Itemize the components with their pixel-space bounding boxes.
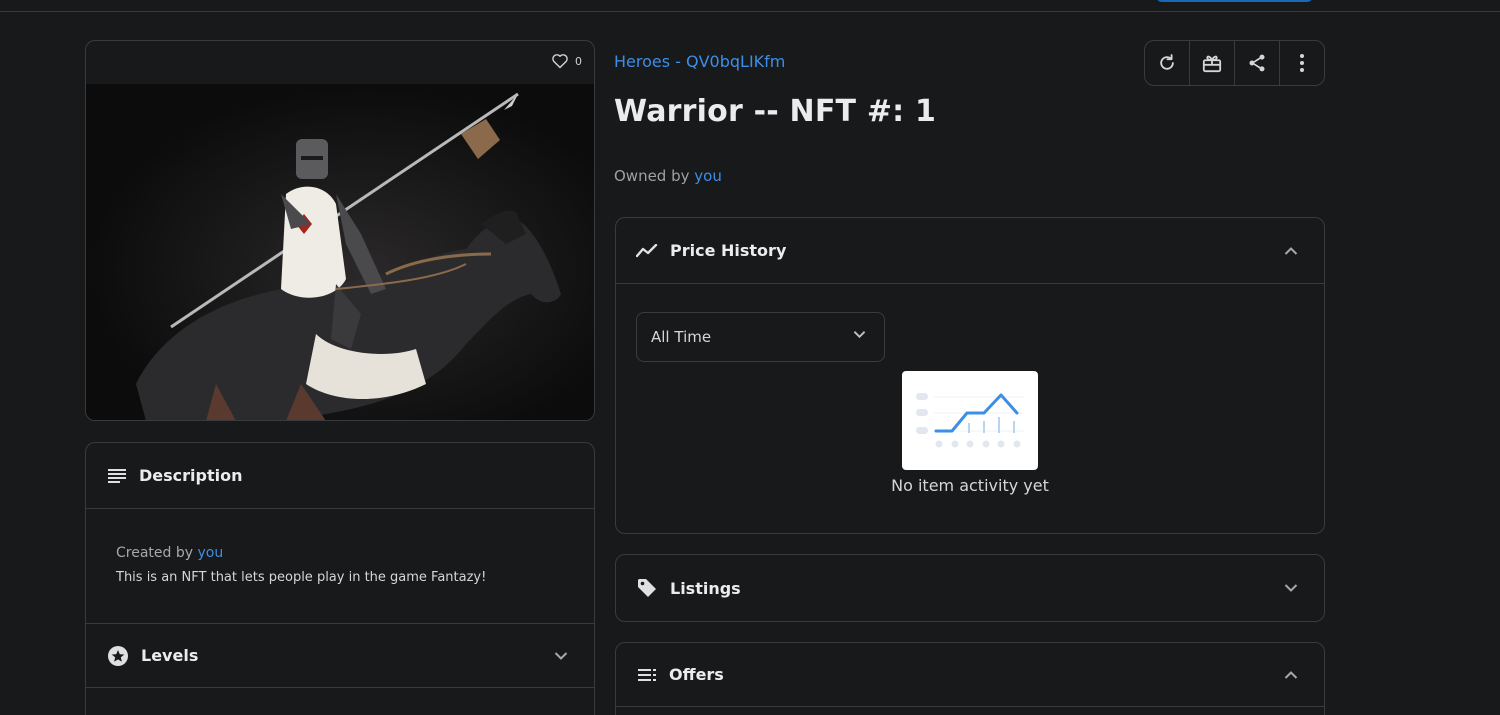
listings-header[interactable]: Listings	[616, 555, 1324, 621]
time-range-value: All Time	[651, 328, 712, 346]
owned-by-label: Owned by	[614, 167, 690, 185]
more-options-button[interactable]	[1280, 41, 1324, 85]
offers-card: Offers	[615, 642, 1325, 715]
description-header[interactable]: Description	[86, 443, 594, 509]
more-vertical-icon	[1300, 54, 1304, 72]
listings-title: Listings	[670, 578, 741, 598]
chevron-down-icon	[554, 651, 568, 660]
heart-icon	[552, 54, 568, 69]
chevron-down-icon	[853, 331, 866, 339]
list-icon	[638, 668, 656, 681]
chevron-down-icon	[1284, 584, 1298, 592]
listings-card: Listings	[615, 554, 1325, 622]
description-text: This is an NFT that lets people play in …	[116, 570, 487, 585]
trend-line-icon	[636, 243, 658, 257]
page-title: Warrior -- NFT #: 1	[614, 94, 937, 129]
empty-chart-illustration	[902, 371, 1038, 470]
owned-by-line: Owned by you	[614, 167, 722, 185]
refresh-icon	[1160, 54, 1174, 70]
price-history-title: Price History	[670, 241, 787, 260]
price-history-body: All Time No item activity yet	[616, 284, 1324, 533]
offers-header[interactable]: Offers	[616, 643, 1324, 707]
favorite-count: 0	[575, 54, 582, 68]
description-title: Description	[139, 466, 243, 485]
text-lines-icon	[108, 468, 126, 483]
created-by-label: Created by	[116, 545, 194, 561]
price-history-header[interactable]: Price History	[616, 218, 1324, 284]
creator-link[interactable]: you	[197, 545, 223, 561]
asset-image-card: 0	[85, 40, 595, 421]
collection-link[interactable]: Heroes - QV0bqLIKfm	[614, 52, 785, 71]
levels-header[interactable]: Levels	[86, 624, 594, 688]
favorite-button[interactable]: 0	[551, 53, 582, 69]
description-body: Created by you This is an NFT that lets …	[86, 509, 594, 624]
chevron-up-icon	[1284, 670, 1298, 679]
owner-link[interactable]: you	[694, 167, 722, 185]
offers-title: Offers	[669, 665, 724, 684]
image-card-header: 0	[86, 41, 594, 84]
knight-artwork	[136, 92, 561, 420]
chevron-up-icon	[1284, 246, 1298, 255]
star-circle-icon	[108, 645, 128, 666]
tag-icon	[638, 579, 656, 597]
chart-placeholder-icon	[916, 393, 1024, 448]
description-card: Description Created by you This is an NF…	[85, 442, 595, 715]
share-button[interactable]	[1235, 41, 1280, 85]
gift-icon	[1202, 55, 1222, 73]
top-navbar	[0, 0, 1500, 12]
asset-artwork[interactable]	[86, 84, 594, 420]
time-range-select[interactable]: All Time	[636, 312, 885, 362]
levels-title: Levels	[141, 646, 199, 665]
refresh-button[interactable]	[1145, 41, 1190, 85]
created-by-line: Created by you	[116, 545, 564, 561]
nav-button-edge[interactable]	[1156, 0, 1313, 2]
asset-action-bar	[1144, 40, 1325, 86]
share-icon	[1249, 54, 1265, 72]
price-history-card: Price History All Time No item activity …	[615, 217, 1325, 534]
empty-state-text: No item activity yet	[891, 476, 1049, 495]
transfer-button[interactable]	[1190, 41, 1235, 85]
